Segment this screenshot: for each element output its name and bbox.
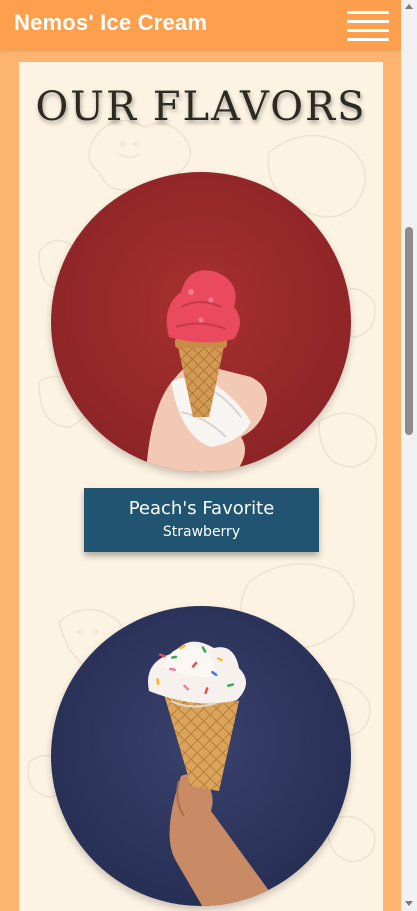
brand-link[interactable]: Nemos' Ice Cream [14, 10, 207, 36]
flavors-section: OUR FLAVORS Peach's Favorite Strawberry [19, 62, 383, 911]
strawberry-cone-photo [51, 172, 351, 472]
menu-bar-line [347, 29, 389, 32]
scrollbar-thumb[interactable] [405, 227, 413, 435]
flavor-name: Peach's Favorite [128, 498, 275, 519]
menu-bar-line [347, 11, 389, 14]
page: Nemos' Ice Cream OUR FLAVORS Peach's Fav… [0, 0, 401, 911]
menu-bar-line [347, 20, 389, 23]
scroll-up-arrow-icon[interactable] [405, 4, 413, 9]
hamburger-menu-icon[interactable] [347, 11, 389, 41]
menu-bar-line [347, 38, 389, 41]
vanilla-sprinkles-cone-photo [51, 606, 351, 906]
scroll-down-arrow-icon[interactable] [405, 901, 413, 906]
app-viewport: Nemos' Ice Cream OUR FLAVORS Peach's Fav… [0, 0, 417, 911]
page-title: OUR FLAVORS [35, 84, 367, 130]
flavor-type: Strawberry [162, 524, 241, 540]
flavor-card[interactable]: Peach's Favorite Strawberry [84, 488, 319, 552]
navbar: Nemos' Ice Cream [0, 0, 401, 50]
vertical-scrollbar[interactable] [401, 0, 417, 911]
